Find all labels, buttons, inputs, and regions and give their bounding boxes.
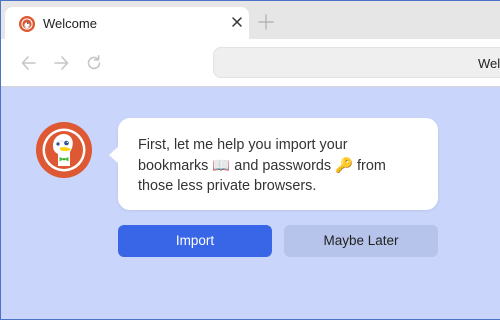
plus-icon[interactable] <box>257 13 275 31</box>
open-book-icon: 📖 <box>212 157 231 174</box>
onboarding-message: First, let me help you import your bookm… <box>138 135 418 197</box>
message-line-2a: bookmarks <box>138 157 213 174</box>
address-text: Wel <box>478 56 500 71</box>
onboarding-page: First, let me help you import your bookm… <box>1 87 500 319</box>
message-line-1: First, let me help you import your <box>138 137 348 153</box>
bubble-tail <box>109 146 119 164</box>
browser-window: Welcome Wel First, let me help you impor… <box>0 0 500 320</box>
duckduckgo-logo-icon <box>36 122 92 178</box>
message-line-3: those less private browsers. <box>138 178 317 194</box>
navigation-bar: Wel <box>1 39 500 87</box>
duckduckgo-logo-icon <box>19 16 35 32</box>
tab-title: Welcome <box>43 16 97 31</box>
maybe-later-button[interactable]: Maybe Later <box>284 225 438 257</box>
address-bar[interactable]: Wel <box>213 47 500 78</box>
arrow-right-icon[interactable] <box>51 53 71 73</box>
message-line-2b: and passwords <box>230 157 336 174</box>
message-bubble: First, let me help you import your bookm… <box>109 118 438 210</box>
tab-strip: Welcome <box>1 1 500 39</box>
key-icon: 🔑 <box>335 157 354 174</box>
import-button[interactable]: Import <box>118 225 272 257</box>
message-line-2c: from <box>353 157 386 174</box>
reload-icon[interactable] <box>84 53 104 73</box>
arrow-left-icon[interactable] <box>19 53 39 73</box>
tab-welcome[interactable]: Welcome <box>5 7 249 39</box>
close-icon[interactable] <box>229 14 245 30</box>
